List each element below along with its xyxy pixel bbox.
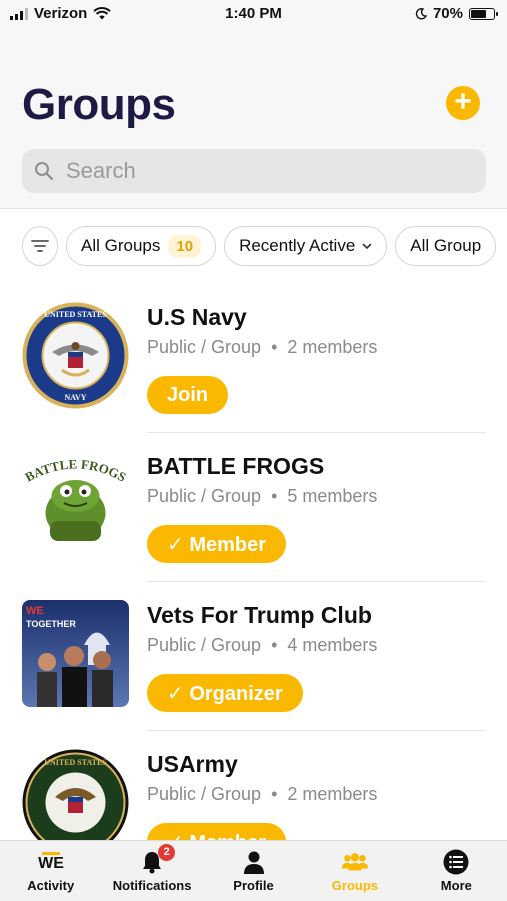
organizer-button[interactable]: ✓ Organizer	[147, 674, 303, 712]
group-meta: Public / Group • 2 members	[147, 784, 377, 805]
group-name[interactable]: USArmy	[147, 751, 238, 778]
army-seal-avatar: UNITED STATES	[22, 749, 129, 840]
tab-profile[interactable]: Profile	[203, 841, 304, 901]
all-groups-label: All Groups	[81, 236, 161, 255]
more-list-icon	[442, 849, 470, 875]
member-button[interactable]: ✓ Member	[147, 823, 287, 840]
group-visibility: Public / Group	[147, 486, 262, 506]
group-visibility: Public / Group	[147, 784, 262, 804]
moon-icon	[415, 7, 427, 19]
tab-label: Groups	[331, 878, 379, 893]
group-type-label: All Group	[410, 236, 482, 255]
chevron-down-icon	[362, 243, 372, 250]
join-button[interactable]: Join	[147, 376, 229, 414]
tab-groups[interactable]: Groups	[304, 841, 405, 901]
battery-percent: 70%	[432, 5, 463, 22]
svg-text:WE: WE	[26, 605, 44, 617]
all-groups-chip[interactable]: All Groups 10	[66, 226, 217, 266]
search-bar[interactable]	[22, 149, 486, 193]
filter-button[interactable]	[22, 226, 58, 266]
tab-notifications[interactable]: 2 Notifications	[101, 841, 202, 901]
group-member-count: 5 members	[287, 486, 378, 506]
svg-text:UNITED STATES: UNITED STATES	[44, 758, 107, 767]
group-row-vets-for-trump[interactable]: WE TOGETHER Vets For Trump Club Public /…	[0, 582, 507, 731]
group-meta: Public / Group • 2 members	[147, 337, 377, 358]
svg-text:UNITED STATES: UNITED STATES	[44, 310, 107, 319]
page-title: Groups	[22, 80, 176, 129]
bottom-tab-bar: WE Activity 2 Notifications Profile Grou…	[0, 840, 507, 901]
group-visibility: Public / Group	[147, 337, 262, 357]
tab-activity[interactable]: WE Activity	[0, 841, 101, 901]
add-group-button[interactable]: +	[446, 86, 480, 120]
svg-text:NAVY: NAVY	[64, 393, 86, 402]
filter-row: All Groups 10 Recently Active All Group	[22, 226, 507, 266]
notification-count-badge: 2	[158, 844, 176, 861]
group-meta: Public / Group • 5 members	[147, 486, 377, 507]
groups-icon	[341, 849, 369, 875]
svg-text:TOGETHER: TOGETHER	[26, 619, 76, 629]
meta-separator: •	[266, 337, 288, 357]
meta-separator: •	[266, 635, 288, 655]
status-bar: Verizon 1:40 PM 70%	[0, 0, 507, 30]
group-name[interactable]: U.S Navy	[147, 304, 247, 331]
group-member-count: 2 members	[287, 337, 378, 357]
group-type-dropdown[interactable]: All Group	[395, 226, 497, 266]
group-row-usarmy[interactable]: UNITED STATES USArmy Public / Group • 2 …	[0, 731, 507, 840]
tab-more[interactable]: More	[406, 841, 507, 901]
vets-group-avatar: WE TOGETHER	[22, 600, 129, 707]
person-icon	[240, 849, 268, 875]
group-member-count: 2 members	[287, 784, 378, 804]
group-name[interactable]: BATTLE FROGS	[147, 453, 324, 480]
all-groups-count: 10	[168, 234, 202, 258]
group-meta: Public / Group • 4 members	[147, 635, 377, 656]
search-icon	[35, 162, 54, 181]
meta-separator: •	[266, 784, 288, 804]
group-list: UNITED STATES NAVY U.S Navy Public / Gro…	[0, 284, 507, 840]
navy-seal-avatar: UNITED STATES NAVY	[22, 302, 129, 409]
search-input[interactable]	[64, 157, 468, 185]
battery-icon	[469, 7, 498, 20]
tab-label: Profile	[233, 878, 274, 893]
meta-separator: •	[266, 486, 288, 506]
svg-text:WE: WE	[38, 855, 64, 872]
group-member-count: 4 members	[287, 635, 378, 655]
group-name[interactable]: Vets For Trump Club	[147, 602, 372, 629]
filter-icon	[31, 240, 49, 252]
battle-frogs-avatar: BATTLE FROGS	[22, 451, 129, 558]
sort-label: Recently Active	[239, 236, 356, 255]
tab-label: Activity	[27, 878, 75, 893]
tab-label: Notifications	[112, 878, 192, 893]
member-button[interactable]: ✓ Member	[147, 525, 287, 563]
group-row-us-navy[interactable]: UNITED STATES NAVY U.S Navy Public / Gro…	[0, 284, 507, 433]
tab-label: More	[440, 878, 472, 893]
group-visibility: Public / Group	[147, 635, 262, 655]
we-logo-icon: WE	[37, 849, 65, 875]
groups-header: Groups +	[0, 30, 507, 209]
group-row-battle-frogs[interactable]: BATTLE FROGS BATTLE FROGS Public / Group…	[0, 433, 507, 582]
sort-dropdown[interactable]: Recently Active	[224, 226, 388, 266]
